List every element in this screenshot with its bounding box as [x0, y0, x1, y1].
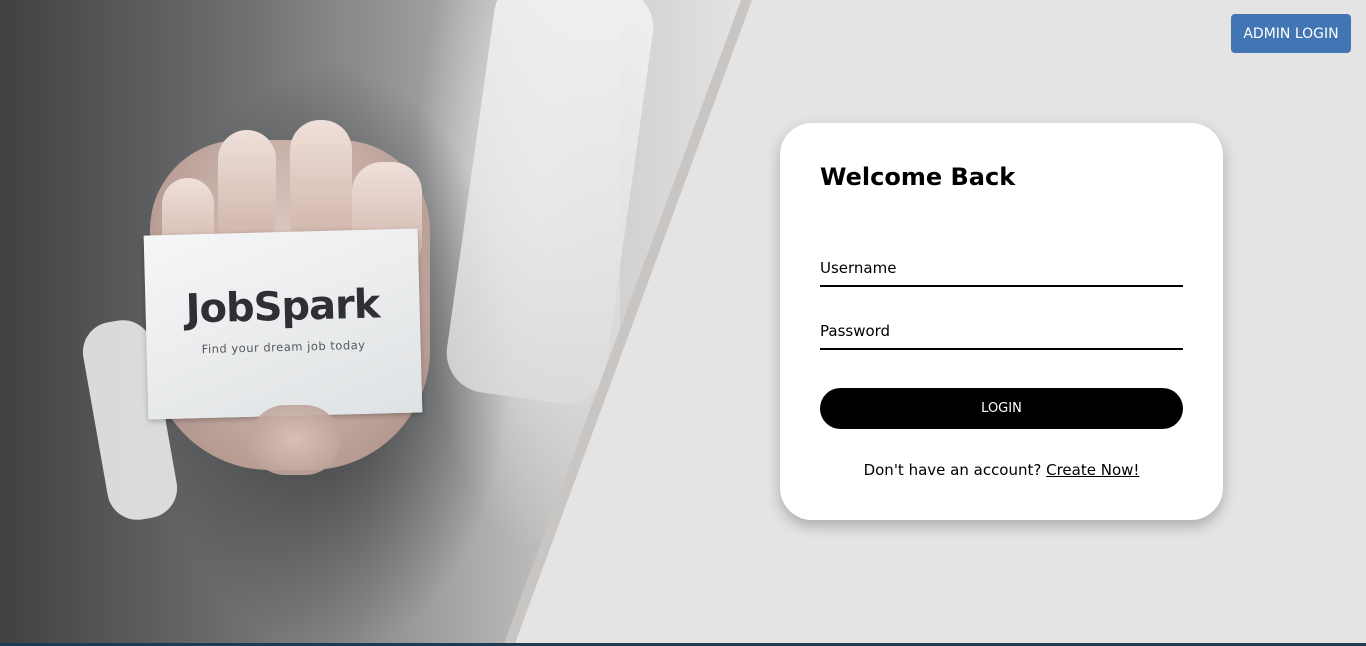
hero-image: JobSpark Find your dream job today [0, 0, 750, 646]
admin-login-button[interactable]: ADMIN LOGIN [1231, 14, 1351, 53]
login-title: Welcome Back [820, 163, 1016, 191]
brand-logo: JobSpark [185, 281, 380, 333]
login-button[interactable]: LOGIN [820, 388, 1183, 429]
business-card: JobSpark Find your dream job today [143, 228, 423, 420]
hero-thumb-shape [250, 405, 340, 475]
login-card: Welcome Back LOGIN Don't have an account… [780, 123, 1223, 520]
create-account-link[interactable]: Create Now! [1046, 461, 1139, 479]
password-input[interactable] [820, 314, 1183, 350]
username-input[interactable] [820, 251, 1183, 287]
signup-prompt-text: Don't have an account? [863, 461, 1047, 479]
signup-prompt: Don't have an account? Create Now! [780, 461, 1223, 479]
brand-tagline: Find your dream job today [201, 337, 366, 357]
